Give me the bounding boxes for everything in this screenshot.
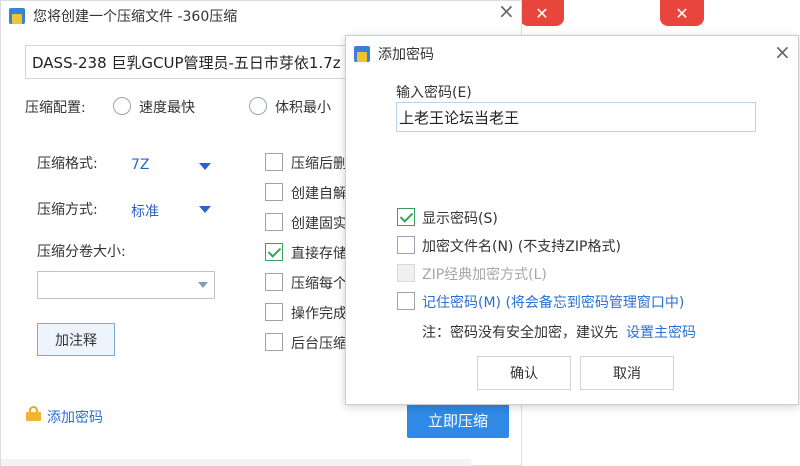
method-select[interactable]: 标准 [131,201,159,221]
pdf-file-icon[interactable]: ✕ [660,0,704,26]
option-checkbox[interactable] [265,243,283,261]
dialog-title: 添加密码 [378,47,434,63]
compress-now-button[interactable]: 立即压缩 [407,402,509,438]
main-titlebar: 您将创建一个压缩文件 -360压缩 [1,1,521,31]
option-label: 创建自解 [291,186,347,202]
encrypt-filename-checkbox[interactable] [397,236,415,254]
chevron-down-icon[interactable] [198,282,208,288]
chevron-down-icon[interactable] [199,163,211,170]
password-label: 输入密码(E) [396,85,472,101]
format-label: 压缩格式: [37,156,98,172]
close-icon[interactable]: × [498,1,515,21]
option-label: 后台压缩 [291,336,347,352]
add-password-dialog: 添加密码 × 输入密码(E) 上老王论坛当老王 显示密码(S) 加密文件名(N)… [345,35,799,405]
show-password-label: 显示密码(S) [422,211,498,227]
add-comment-button[interactable]: 加注释 [37,323,115,356]
dialog-titlebar: 添加密码 [346,36,798,72]
format-select[interactable]: 7Z [131,157,150,173]
pdf-file-icon[interactable]: ✕ [520,0,564,26]
ok-button[interactable]: 确认 [477,356,571,390]
radio-fastest[interactable] [113,97,131,115]
360zip-app-icon [354,46,370,62]
option-label: 直接存储 [291,246,347,262]
show-password-checkbox[interactable] [397,208,415,226]
option-label: 压缩后删 [291,156,347,172]
option-label: 操作完成 [291,306,347,322]
remember-password-label[interactable]: 记住密码(M) (将会备忘到密码管理窗口中) [422,292,684,312]
radio-smallest-label: 体积最小 [275,100,331,116]
zip-classic-checkbox [397,264,415,282]
close-icon[interactable]: × [774,42,791,62]
option-label: 压缩每个 [291,276,347,292]
remember-password-checkbox[interactable] [397,292,415,310]
zip-classic-label: ZIP经典加密方式(L) [422,267,547,283]
option-label: 创建固实 [291,216,347,232]
chevron-down-icon[interactable] [199,206,211,213]
option-checkbox[interactable] [265,303,283,321]
volume-size-combo[interactable] [37,271,215,299]
method-label: 压缩方式: [37,202,98,218]
360zip-app-icon [9,8,25,24]
option-checkbox[interactable] [265,213,283,231]
window-bottom-strip [1,459,471,466]
add-password-link[interactable]: 添加密码 [47,407,103,427]
radio-smallest[interactable] [249,97,267,115]
password-input[interactable]: 上老王论坛当老王 [396,102,756,132]
option-checkbox[interactable] [265,183,283,201]
cancel-button[interactable]: 取消 [580,356,674,390]
option-checkbox[interactable] [265,153,283,171]
radio-fastest-label: 速度最快 [139,100,195,116]
option-checkbox[interactable] [265,333,283,351]
archive-name-input[interactable]: DASS-238 巨乳GCUP管理员-五日市芽依1.7z [25,45,355,79]
set-master-password-link[interactable]: 设置主密码 [626,322,696,342]
security-note: 注：密码没有安全加密，建议先 [422,325,618,341]
option-checkbox[interactable] [265,273,283,291]
lock-icon[interactable] [26,406,42,421]
volume-label: 压缩分卷大小: [37,244,126,260]
main-window-title: 您将创建一个压缩文件 -360压缩 [33,9,238,25]
config-label: 压缩配置: [25,100,86,116]
encrypt-filename-label: 加密文件名(N) (不支持ZIP格式) [422,239,621,255]
